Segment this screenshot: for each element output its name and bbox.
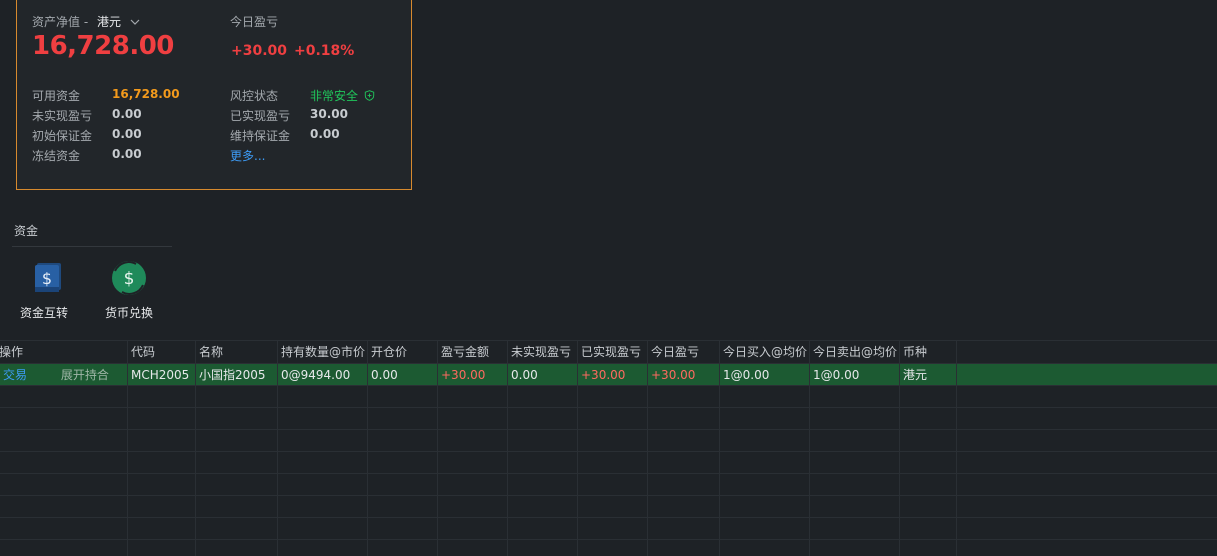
positions-page: 资产净值 - 港元 16,728.00 今日盈亏 +30.00 +0.18% 可… [0, 0, 1217, 556]
more-link[interactable]: 更多... [230, 147, 265, 164]
svg-text:$: $ [42, 269, 52, 288]
maint-margin-value: 0.00 [310, 127, 340, 141]
empty-row [0, 430, 1217, 452]
empty-row [0, 540, 1217, 556]
initial-margin-label: 初始保证金 [32, 129, 93, 143]
code-cell: MCH2005 [128, 364, 196, 386]
shield-plus-icon [364, 90, 375, 101]
funds-divider [12, 246, 172, 247]
table-header-row: 操作 代码 名称 持有数量@市价 开仓价 盈亏金额 未实现盈亏 已实现盈亏 今日… [0, 340, 1217, 364]
empty-row [0, 408, 1217, 430]
column-gridline [647, 340, 648, 556]
empty-row [0, 386, 1217, 408]
today-pl-value: +30.00 [231, 43, 288, 59]
col-header-code[interactable]: 代码 [128, 340, 196, 364]
qty-price-cell: 0@9494.00 [278, 364, 368, 386]
svg-text:$: $ [124, 269, 135, 289]
column-gridline [809, 340, 810, 556]
col-header-currency[interactable]: 币种 [900, 340, 957, 364]
trade-link[interactable]: 交易 [3, 368, 27, 382]
col-header-pl[interactable]: 盈亏金额 [438, 340, 508, 364]
col-header-action[interactable]: 操作 [0, 340, 128, 364]
column-gridline [719, 340, 720, 556]
currency-exchange-button[interactable]: $ 货币兑换 [99, 260, 159, 321]
today-pl-percent: +0.18% [294, 43, 355, 59]
risk-status-label: 风控状态 [230, 89, 279, 103]
unrealized-pl-label: 未实现盈亏 [32, 109, 93, 123]
frozen-funds-value: 0.00 [112, 147, 142, 161]
empty-row [0, 496, 1217, 518]
expand-positions-link[interactable]: 展开持合 [61, 368, 109, 382]
col-header-sell-today[interactable]: 今日卖出@均价 [810, 340, 900, 364]
currency-cell: 港元 [900, 364, 957, 386]
unrealized-cell: 0.00 [508, 364, 578, 386]
net-asset-value: 16,728.00 [32, 31, 174, 61]
unrealized-pl-value: 0.00 [112, 107, 142, 121]
realized-cell: +30.00 [578, 364, 648, 386]
realized-pl-value: 30.00 [310, 107, 348, 121]
risk-status-text: 非常安全 [310, 89, 359, 103]
available-funds-label: 可用资金 [32, 89, 81, 103]
action-cell: 交易 展开持合 [0, 364, 128, 386]
col-header-realized[interactable]: 已实现盈亏 [578, 340, 648, 364]
col-header-open-price[interactable]: 开仓价 [368, 340, 438, 364]
column-gridline [956, 340, 957, 556]
available-funds-value: 16,728.00 [112, 87, 180, 101]
column-gridline [899, 340, 900, 556]
name-cell: 小国指2005 [196, 364, 278, 386]
col-header-buy-today[interactable]: 今日买入@均价 [720, 340, 810, 364]
column-gridline [195, 340, 196, 556]
sell-today-cell: 1@0.00 [810, 364, 900, 386]
col-header-unrealized[interactable]: 未实现盈亏 [508, 340, 578, 364]
frozen-funds-label: 冻结资金 [32, 149, 81, 163]
table-row[interactable]: 交易 展开持合 MCH2005 小国指2005 0@9494.00 0.00 +… [0, 364, 1217, 386]
today-pl-cell: +30.00 [648, 364, 720, 386]
fund-transfer-button[interactable]: $ 资金互转 [14, 260, 74, 321]
column-gridline [507, 340, 508, 556]
buy-today-cell: 1@0.00 [720, 364, 810, 386]
empty-row [0, 452, 1217, 474]
maint-margin-label: 维持保证金 [230, 129, 291, 143]
column-gridline [367, 340, 368, 556]
column-gridline [577, 340, 578, 556]
wallet-transfer-icon: $ [35, 263, 61, 292]
col-header-today-pl[interactable]: 今日盈亏 [648, 340, 720, 364]
risk-status-value: 非常安全 [310, 87, 375, 104]
funds-section-title: 资金 [14, 224, 39, 238]
realized-pl-label: 已实现盈亏 [230, 109, 291, 123]
account-summary-card: 资产净值 - 港元 16,728.00 今日盈亏 +30.00 +0.18% 可… [16, 0, 412, 190]
col-header-qty-price[interactable]: 持有数量@市价 [278, 340, 368, 364]
pl-cell: +30.00 [438, 364, 508, 386]
net-asset-label: 资产净值 - [32, 15, 89, 29]
open-price-cell: 0.00 [368, 364, 438, 386]
today-pl-label: 今日盈亏 [230, 15, 279, 29]
column-gridline [277, 340, 278, 556]
col-header-name[interactable]: 名称 [196, 340, 278, 364]
column-gridline [127, 340, 128, 556]
currency-exchange-label: 货币兑换 [104, 306, 153, 320]
empty-row [0, 518, 1217, 540]
initial-margin-value: 0.00 [112, 127, 142, 141]
currency-selector[interactable]: 港元 [97, 13, 121, 30]
column-gridline [437, 340, 438, 556]
empty-row [0, 474, 1217, 496]
chevron-down-icon[interactable] [130, 12, 140, 31]
currency-exchange-icon: $ [112, 261, 146, 295]
fund-transfer-label: 资金互转 [19, 306, 68, 320]
